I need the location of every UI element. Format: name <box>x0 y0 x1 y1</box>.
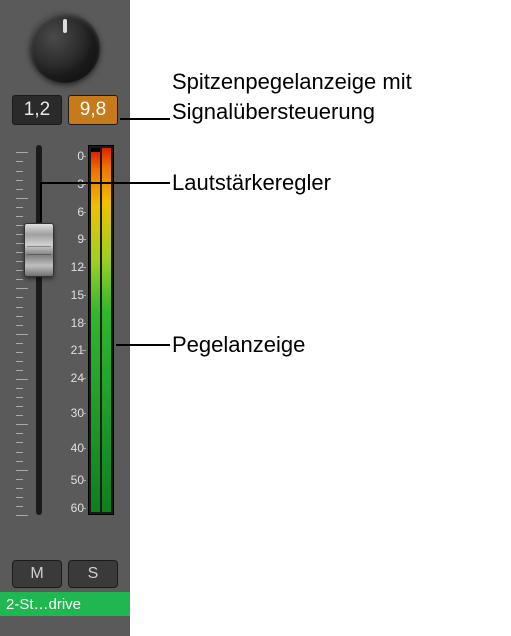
fader-track-area <box>12 145 56 515</box>
callout-line <box>40 182 170 184</box>
channel-strip: 1,2 9,8 0369121518212430405060 M S 2-St…… <box>0 0 130 636</box>
pan-knob-area <box>0 0 130 95</box>
peak-level-right-clipping[interactable]: 9,8 <box>68 95 118 125</box>
mute-solo-row: M S <box>12 560 118 588</box>
level-meter <box>88 145 114 515</box>
peak-level-left[interactable]: 1,2 <box>12 95 62 125</box>
callout-fader-label: Lautstärkeregler <box>172 168 331 198</box>
level-meter-right <box>102 148 111 512</box>
level-meter-right-fill <box>102 148 111 512</box>
fader-section: 0369121518212430405060 <box>0 145 130 515</box>
mute-button[interactable]: M <box>12 560 62 588</box>
volume-fader[interactable] <box>24 223 54 277</box>
pan-knob[interactable] <box>30 13 100 83</box>
level-meter-left-fill <box>91 152 100 512</box>
callout-line <box>116 344 170 346</box>
fader-ruler <box>12 145 32 515</box>
callout-line <box>40 182 42 222</box>
callout-peak-label: Spitzenpegelanzeige mit Signalübersteuer… <box>172 67 511 126</box>
peak-level-display: 1,2 9,8 <box>0 95 130 125</box>
level-meter-left <box>91 148 100 512</box>
track-name-label[interactable]: 2-St…drive <box>0 592 130 616</box>
callout-meter-label: Pegelanzeige <box>172 330 305 360</box>
meter-area: 0369121518212430405060 <box>60 145 118 515</box>
callout-line <box>120 118 170 120</box>
solo-button[interactable]: S <box>68 560 118 588</box>
meter-scale: 0369121518212430405060 <box>60 145 86 515</box>
